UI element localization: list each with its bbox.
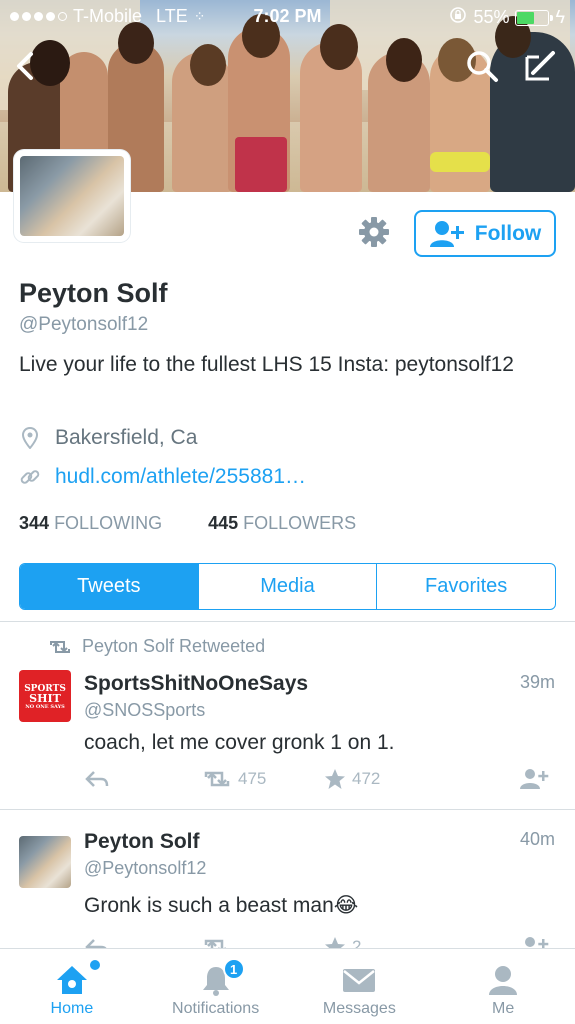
follow-counts: 344 FOLLOWING 445 FOLLOWERS [19, 513, 356, 534]
tweet-actions: 475 472 [84, 768, 549, 790]
favorite-button[interactable]: 472 [324, 768, 504, 790]
star-icon [325, 769, 345, 789]
retweet-indicator: Peyton Solf Retweeted [48, 636, 265, 657]
favorite-count: 472 [352, 769, 381, 788]
tab-label: Me [492, 1000, 515, 1017]
gear-icon [359, 217, 389, 247]
person-icon [489, 966, 518, 995]
profile-bio: Live your life to the fullest LHS 15 Ins… [19, 353, 514, 376]
profile-avatar[interactable] [14, 150, 130, 242]
following-label: FOLLOWING [54, 513, 163, 533]
retweet-button[interactable]: 475 [202, 769, 324, 789]
reply-button[interactable] [84, 769, 202, 789]
tweet-timestamp: 39m [519, 672, 555, 692]
tweet-text: Gronk is such a beast man😂 [84, 893, 358, 918]
tweet-author-handle: @Peytonsolf12 [84, 858, 207, 878]
status-bar: T-Mobile LTE ⁘ 7:02 PM 55% ϟ [0, 0, 575, 34]
back-button[interactable] [6, 46, 46, 86]
new-content-dot [89, 960, 100, 970]
tweet-author-name[interactable]: SportsShitNoOneSays [84, 672, 308, 696]
home-icon [56, 966, 87, 994]
add-user-icon [429, 220, 464, 247]
follow-user-button[interactable] [519, 768, 549, 790]
location-text: Bakersfield, Ca [55, 426, 198, 449]
tweet-avatar[interactable]: SPORTS SHIT NO ONE SAYS [19, 670, 71, 722]
tweet-text-body: Gronk is such a beast man [84, 894, 334, 917]
profile-tabs: Tweets Media Favorites [19, 563, 556, 610]
divider [0, 621, 575, 622]
profile-screen: T-Mobile LTE ⁘ 7:02 PM 55% ϟ Follow Peyt… [0, 0, 575, 1024]
tab-favorites[interactable]: Favorites [376, 564, 555, 609]
followers-count: 445 [208, 513, 239, 533]
compose-button[interactable] [520, 46, 560, 86]
retweet-icon [204, 771, 230, 787]
tab-notifications[interactable]: 1 Notifications [144, 949, 288, 1024]
chevron-left-icon [17, 52, 33, 80]
followers-stat[interactable]: 445 FOLLOWERS [208, 513, 356, 534]
battery-percent: 55% [473, 7, 510, 27]
following-stat[interactable]: 344 FOLLOWING [19, 513, 162, 534]
tab-label: Notifications [172, 1000, 260, 1017]
envelope-icon [343, 969, 376, 992]
avatar-text-line: NO ONE SAYS [25, 704, 65, 710]
tweet-text: coach, let me cover gronk 1 on 1. [84, 731, 395, 754]
url-link[interactable]: hudl.com/athlete/255881… [55, 465, 306, 489]
tears-of-joy-emoji: 😂 [333, 893, 359, 917]
notification-badge: 1 [222, 958, 245, 980]
tab-tweets[interactable]: Tweets [20, 564, 198, 609]
retweet-label: Peyton Solf Retweeted [82, 636, 266, 656]
profile-url[interactable]: hudl.com/athlete/255881… [19, 465, 306, 489]
link-icon [19, 466, 41, 488]
tweet-author-handle: @SNOSSports [84, 700, 206, 720]
divider [0, 809, 575, 810]
following-count: 344 [19, 513, 50, 533]
follow-button[interactable]: Follow [414, 210, 556, 257]
tab-media[interactable]: Media [197, 564, 377, 609]
retweet-icon [50, 640, 70, 653]
profile-handle: @Peytonsolf12 [19, 314, 149, 335]
retweet-count: 475 [238, 769, 267, 788]
search-icon [467, 51, 498, 82]
search-button[interactable] [462, 46, 502, 86]
bottom-tab-bar: Home 1 Notifications Messages Me [0, 948, 575, 1024]
tab-home[interactable]: Home [0, 949, 144, 1024]
location-pin-icon [19, 427, 41, 449]
tweet-timestamp: 40m [519, 829, 555, 849]
settings-button[interactable] [356, 214, 392, 250]
tweet-author-name[interactable]: Peyton Solf [84, 830, 200, 854]
tab-label: Home [50, 1000, 94, 1017]
followers-label: FOLLOWERS [243, 513, 357, 533]
profile-location: Bakersfield, Ca [19, 426, 197, 450]
tweet-avatar[interactable] [19, 836, 71, 888]
avatar-photo [20, 156, 124, 236]
tab-messages[interactable]: Messages [288, 949, 432, 1024]
tab-label: Messages [322, 1000, 396, 1017]
follow-label: Follow [474, 221, 542, 245]
profile-name: Peyton Solf [19, 278, 168, 308]
avatar-text-line: SHIT [29, 692, 61, 705]
add-user-icon [520, 769, 549, 789]
tab-me[interactable]: Me [431, 949, 575, 1024]
charging-icon: ϟ [555, 7, 565, 27]
compose-icon [525, 51, 555, 81]
reply-icon [85, 771, 109, 787]
rotation-lock-icon [449, 6, 467, 29]
battery-icon [515, 9, 554, 26]
